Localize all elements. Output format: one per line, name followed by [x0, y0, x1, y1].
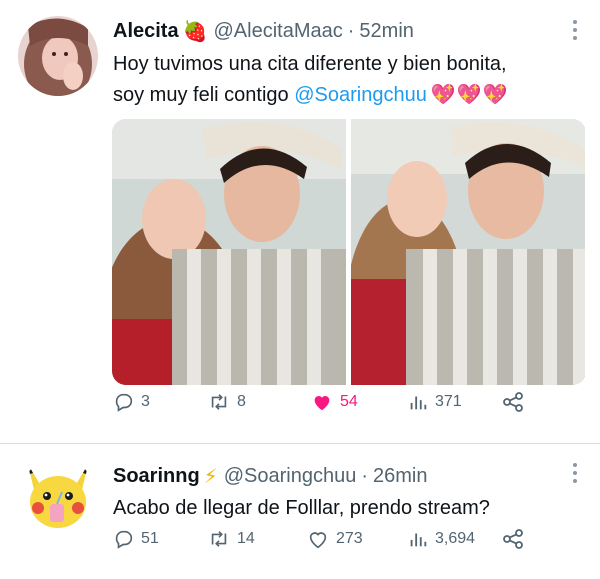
retweet-count: 14: [237, 530, 255, 547]
text-fragment: soy muy feli contigo: [113, 84, 295, 106]
tweet-text: Hoy tuvimos una cita diferente y bien bo…: [113, 49, 593, 111]
divider: [0, 443, 600, 444]
tweet[interactable]: Alecita 🍓 @AlecitaMaac · 52min Hoy tuvim…: [0, 0, 600, 443]
user-handle[interactable]: @Soaringchuu: [224, 465, 357, 488]
like-icon: [309, 532, 327, 549]
views-count: 371: [435, 393, 462, 410]
media-grid[interactable]: [112, 119, 586, 385]
strawberry-icon: 🍓: [182, 21, 208, 43]
separator: ·: [361, 465, 368, 487]
lightning-icon: ⚡: [203, 466, 218, 488]
separator: ·: [347, 20, 355, 42]
avatar[interactable]: [20, 458, 96, 534]
photo[interactable]: [351, 119, 585, 385]
retweet-icon: [211, 531, 227, 547]
reply-icon: [115, 530, 133, 549]
retweet-icon: [211, 394, 227, 410]
retweet-button[interactable]: 14: [207, 528, 255, 550]
user-handle[interactable]: @AlecitaMaac: [214, 20, 343, 43]
like-button[interactable]: 273: [306, 528, 363, 550]
more-icon[interactable]: [572, 20, 578, 40]
tweet-header: Alecita 🍓 @AlecitaMaac · 52min: [113, 19, 414, 44]
mention-link[interactable]: @Soaringchuu: [294, 84, 427, 106]
tweet-header: Soarinng ⚡ @Soaringchuu · 26min: [113, 464, 427, 489]
share-button[interactable]: [501, 527, 531, 551]
avatar[interactable]: [18, 16, 98, 96]
tweet-text-line: soy muy feli contigo @Soaringchuu 💖💖💖: [113, 80, 593, 111]
more-icon[interactable]: [572, 463, 578, 483]
display-name[interactable]: Soarinng: [113, 465, 200, 488]
photo[interactable]: [112, 119, 346, 385]
reply-count: 3: [141, 393, 150, 410]
views-icon: [410, 396, 427, 410]
share-icon: [503, 392, 523, 412]
reply-count: 51: [141, 530, 159, 547]
timestamp[interactable]: 26min: [373, 465, 427, 488]
like-button[interactable]: 54: [310, 391, 358, 413]
views-button[interactable]: 371: [407, 391, 462, 413]
tweet-text-line: Hoy tuvimos una cita diferente y bien bo…: [113, 53, 507, 75]
timestamp[interactable]: 52min: [359, 20, 413, 43]
like-count: 273: [336, 530, 363, 547]
hearts-emoji: 💖💖💖: [430, 84, 509, 106]
views-button[interactable]: 3,694: [407, 528, 475, 550]
like-count: 54: [340, 393, 358, 410]
views-count: 3,694: [435, 530, 476, 547]
tweet-text: Acabo de llegar de Folllar, prendo strea…: [113, 497, 490, 519]
reply-button[interactable]: 51: [113, 528, 159, 550]
reply-icon: [115, 393, 133, 412]
display-name[interactable]: Alecita: [113, 20, 179, 43]
retweet-button[interactable]: 8: [207, 391, 246, 413]
like-icon: [314, 396, 330, 411]
retweet-count: 8: [237, 393, 246, 410]
share-button[interactable]: [501, 390, 531, 414]
share-icon: [503, 529, 523, 549]
reply-button[interactable]: 3: [113, 391, 150, 413]
views-icon: [410, 533, 427, 547]
